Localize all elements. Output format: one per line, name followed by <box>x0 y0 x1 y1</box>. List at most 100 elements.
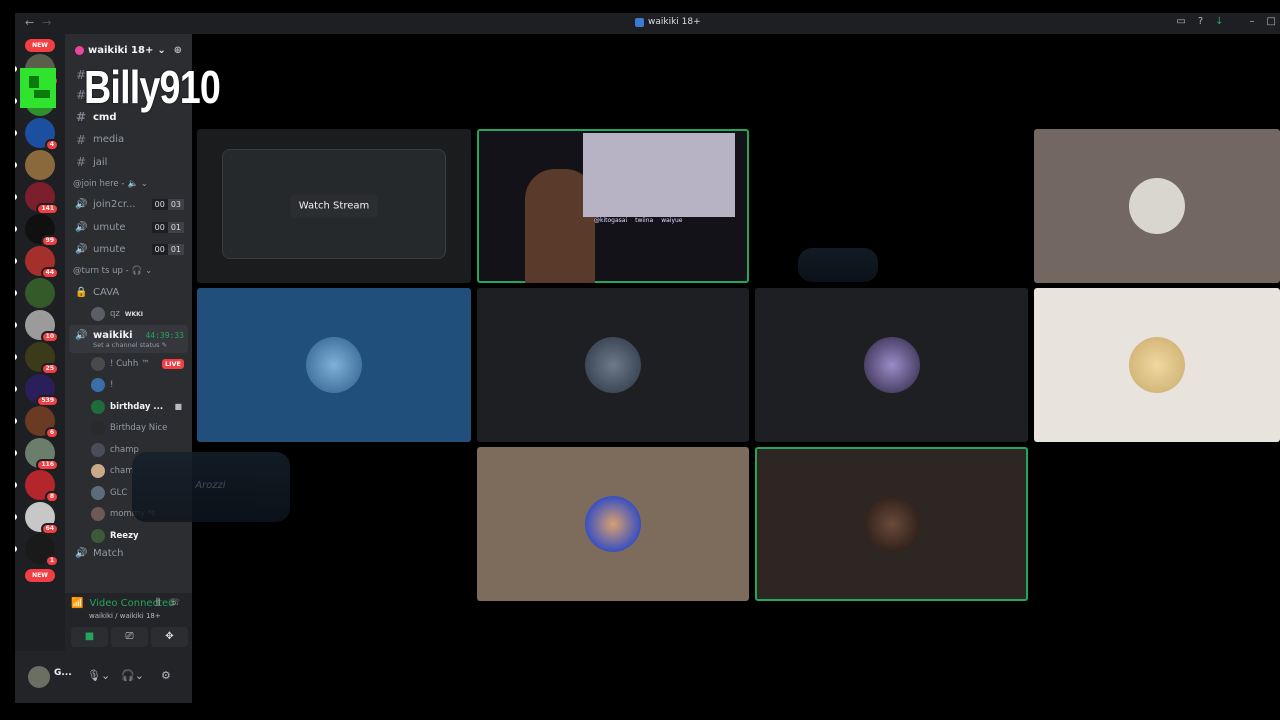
stream-overlay-logo <box>20 68 56 108</box>
minimize-icon[interactable]: – <box>1250 16 1255 27</box>
invite-user-icon[interactable]: ⊕ <box>174 45 182 56</box>
server-icon[interactable]: 1 <box>15 534 59 567</box>
server-icon[interactable]: 539 <box>15 374 59 407</box>
voice-user[interactable]: ! Cuhh ™ LIVE <box>65 353 192 375</box>
title-bar: ← → waikiki 18+ ▭ ? ↓ – □ <box>15 13 1280 34</box>
channel-name: join2cr... <box>93 199 136 211</box>
window-title: waikiki 18+ <box>635 17 701 27</box>
category-join-here[interactable]: @join here - 🔈 ⌄ <box>65 174 192 194</box>
server-icon[interactable]: 4 <box>15 118 59 151</box>
speaker-icon: 🔊 <box>75 244 88 256</box>
server-icon[interactable]: 64 <box>15 502 59 535</box>
forward-icon[interactable]: → <box>42 16 51 29</box>
server-name: waikiki 18+ <box>88 44 154 56</box>
avatar <box>91 485 105 500</box>
new-servers-pill[interactable]: NEW <box>25 569 55 582</box>
camera-button[interactable]: ■ <box>71 627 108 647</box>
stream-tile-preview[interactable]: Watch Stream <box>197 129 471 283</box>
activities-button[interactable]: ✥ <box>151 627 188 647</box>
server-icon[interactable]: 116 <box>15 438 59 471</box>
gameplay-overlay <box>583 133 735 217</box>
voice-user[interactable]: ! <box>65 375 192 397</box>
user-name: Birthday Nice <box>110 423 168 434</box>
download-icon[interactable]: ↓ <box>1215 16 1223 27</box>
avatar <box>91 442 105 457</box>
server-icon[interactable]: 44 <box>15 246 59 279</box>
user-tile-6[interactable] <box>477 447 749 601</box>
voice-channel-cava[interactable]: 🔒 CAVA <box>65 281 192 304</box>
voice-channel[interactable]: 🔊 join2cr... 00 03 <box>65 194 192 217</box>
server-icon[interactable]: 141 <box>15 182 59 215</box>
text-channel[interactable]: # media <box>65 129 192 152</box>
avatar <box>91 378 105 393</box>
camera-tile-streamer[interactable]: @kitogasai twiina waiyue <box>477 129 749 283</box>
user-tile-4[interactable] <box>755 288 1028 442</box>
speaker-icon: 🔊 <box>75 548 88 559</box>
microphone-icon[interactable]: 🎙⌄ <box>87 669 110 682</box>
settings-gear-icon[interactable]: ⚙ <box>161 669 171 682</box>
new-servers-pill[interactable]: NEW <box>25 39 55 52</box>
server-icon[interactable] <box>15 150 55 180</box>
screen-share-button[interactable]: ⎚ <box>111 627 148 647</box>
user-tile-1[interactable] <box>1034 129 1280 283</box>
user-count: 00 03 <box>151 199 184 211</box>
disconnect-icon[interactable]: ☏ <box>169 598 180 608</box>
server-icon[interactable]: 8 <box>15 470 59 503</box>
text-channel[interactable]: # jail <box>65 151 192 174</box>
call-timer: 44:39:33 <box>145 330 184 340</box>
user-tile-5[interactable] <box>1034 288 1280 442</box>
unread-indicator <box>15 514 17 520</box>
server-icon[interactable]: 25 <box>15 342 59 375</box>
server-icon[interactable]: 99 <box>15 214 59 247</box>
server-logo-icon <box>635 17 644 27</box>
help-icon[interactable]: ? <box>1198 16 1203 27</box>
avatar <box>91 464 105 479</box>
streamer-name-overlay: Billy910 <box>84 61 221 113</box>
mention-badge: 44 <box>40 267 59 279</box>
speaker-icon: 🔈 ⌄ <box>127 178 148 189</box>
voice-user[interactable]: Birthday Nice <box>65 418 192 440</box>
category-turn-up[interactable]: @turn ts up - 🎧 ⌄ <box>65 261 192 281</box>
user-tile-3[interactable] <box>477 288 749 442</box>
server-icon <box>75 45 84 55</box>
voice-channel-waikiki[interactable]: 🔊 waikiki 44:39:33 Set a channel status … <box>69 325 188 353</box>
channel-status[interactable]: Set a channel status ✎ <box>75 341 167 349</box>
user-tile-2[interactable] <box>197 288 471 442</box>
voice-channel[interactable]: 🔊 umute 00 01 <box>65 216 192 239</box>
server-icon[interactable]: 6 <box>15 406 59 439</box>
voice-channel[interactable]: 🔊 umute 00 01 <box>65 239 192 262</box>
unread-indicator <box>15 546 17 552</box>
unread-indicator <box>15 194 17 200</box>
voice-channel-next[interactable]: 🔊 Match <box>65 547 192 561</box>
user-tile-7[interactable] <box>755 447 1028 601</box>
speaker-icon: 🔊 <box>75 329 88 341</box>
back-icon[interactable]: ← <box>25 16 34 29</box>
avatar[interactable] <box>28 666 50 688</box>
category-label: @turn ts up - <box>73 266 129 276</box>
server-icon[interactable] <box>15 278 55 308</box>
user-name[interactable]: G... <box>54 668 72 678</box>
mention-badge: 6 <box>44 427 59 439</box>
lock-icon: 🔒 <box>75 286 88 298</box>
maximize-icon[interactable]: □ <box>1267 16 1276 27</box>
avatar <box>91 528 105 543</box>
user-name: birthday ... <box>110 401 164 412</box>
server-icon[interactable]: 10 <box>15 310 59 343</box>
noise-suppression-icon[interactable]: ⫼ <box>156 598 160 608</box>
inbox-icon[interactable]: ▭ <box>1176 16 1185 27</box>
headphones-icon: 🎧 ⌄ <box>131 266 153 276</box>
voice-connection-panel: 📶 Video Connected waikiki / waikiki 18+ … <box>65 593 192 651</box>
watch-stream-button[interactable]: Watch Stream <box>290 194 378 218</box>
voice-user[interactable]: qz WKKI <box>65 304 192 326</box>
social-tags: @kitogasai twiina waiyue <box>594 217 683 224</box>
voice-user[interactable]: birthday ... ■ <box>65 396 192 418</box>
user-name: cham <box>110 466 134 477</box>
user-panel: G... 🎙⌄ 🎧⌄ ⚙ <box>15 651 192 703</box>
avatar <box>91 399 105 414</box>
avatar <box>585 496 641 552</box>
mention-badge: 10 <box>40 331 59 343</box>
channel-name: Match <box>93 548 124 559</box>
unread-indicator <box>15 162 17 168</box>
voice-user[interactable]: Reezy <box>65 525 192 547</box>
headphones-icon[interactable]: 🎧⌄ <box>121 669 144 682</box>
